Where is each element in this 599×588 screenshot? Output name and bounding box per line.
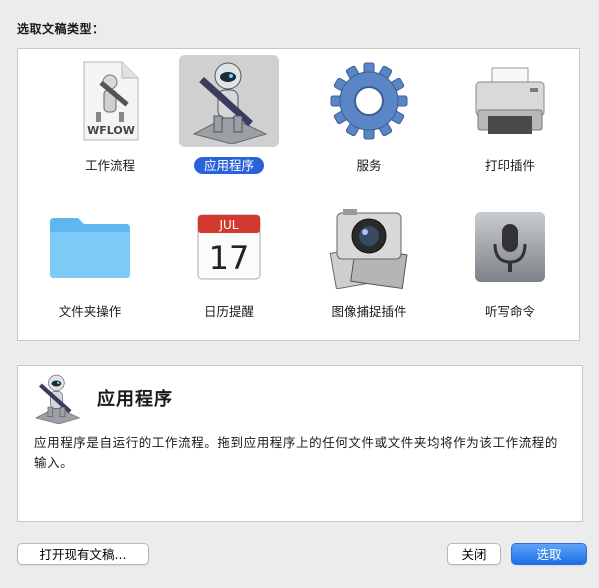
type-service[interactable]: 服务 [319, 51, 419, 179]
automator-robot-icon [179, 55, 279, 147]
type-print-plugin[interactable]: 打印插件 [460, 51, 560, 179]
automator-robot-icon [32, 372, 82, 424]
document-type-grid: WFLOW 工作流程 应用程序 服务 打印插件 文件夹操作 JUL 17 日历提… [17, 48, 580, 341]
type-label: 文件夹操作 [58, 304, 122, 319]
type-label: 应用程序 [179, 155, 279, 174]
camera-icon [319, 201, 419, 293]
calendar-month: JUL [218, 218, 238, 232]
prompt-label: 选取文稿类型： [17, 22, 105, 36]
calendar-icon: JUL 17 [179, 201, 279, 293]
type-folder-action[interactable]: 文件夹操作 [40, 197, 140, 325]
description-panel: 应用程序 应用程序是自运行的工作流程。拖到应用程序上的任何文件或文件夹均将作为该… [17, 365, 583, 522]
type-application[interactable]: 应用程序 [179, 51, 279, 179]
type-workflow[interactable]: WFLOW 工作流程 [60, 51, 160, 179]
description-title: 应用程序 [97, 389, 173, 410]
type-label: 日历提醒 [203, 304, 254, 319]
printer-icon [460, 55, 560, 147]
description-text: 应用程序是自运行的工作流程。拖到应用程序上的任何文件或文件夹均将作为该工作流程的… [34, 435, 559, 470]
type-dictation-command[interactable]: 听写命令 [460, 197, 560, 325]
folder-icon [40, 201, 140, 293]
type-calendar-alarm[interactable]: JUL 17 日历提醒 [179, 197, 279, 325]
close-button[interactable]: 关闭 [447, 543, 501, 565]
calendar-day: 17 [209, 239, 250, 277]
type-image-capture-plugin[interactable]: 图像捕捉插件 [319, 197, 419, 325]
gear-icon [319, 55, 419, 147]
wflow-badge: WFLOW [87, 124, 135, 137]
open-existing-button[interactable]: 打开现有文稿... [17, 543, 149, 565]
type-label: 听写命令 [484, 304, 535, 319]
workflow-file-icon: WFLOW [60, 55, 160, 147]
choose-button[interactable]: 选取 [511, 543, 587, 565]
microphone-icon [460, 201, 560, 293]
type-label: 图像捕捉插件 [331, 304, 407, 319]
type-label: 服务 [356, 158, 382, 173]
type-label: 工作流程 [84, 158, 135, 173]
type-label: 打印插件 [484, 158, 535, 173]
